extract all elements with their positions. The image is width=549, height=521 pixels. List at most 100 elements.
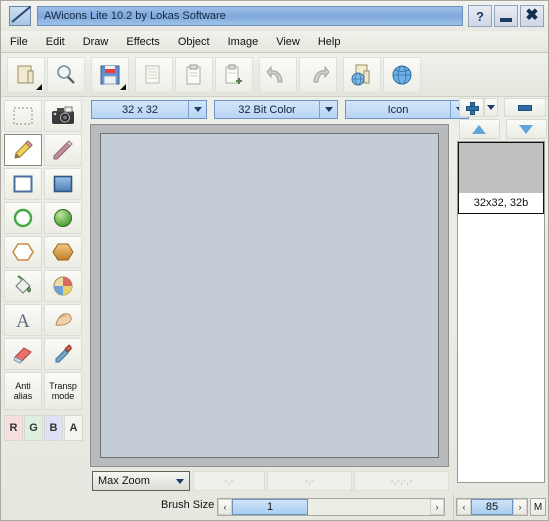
help-button[interactable]: ? [468, 5, 492, 27]
tool-filled-rectangle[interactable] [44, 168, 82, 200]
tool-screen-capture[interactable] [44, 100, 82, 132]
canvas-area[interactable] [90, 124, 449, 467]
delete-image-button[interactable] [504, 98, 546, 117]
chevron-down-icon[interactable] [188, 101, 206, 118]
add-image-dropdown[interactable] [484, 98, 498, 117]
menu-item-edit[interactable]: Edit [37, 34, 74, 50]
channel-g-label: G [29, 422, 38, 434]
channel-a[interactable]: A [64, 415, 83, 441]
window-title-strip[interactable]: AWicons Lite 10.2 by Lokas Software [37, 6, 463, 26]
drawing-canvas[interactable] [100, 133, 439, 458]
marquee-select-icon [13, 107, 33, 125]
polygon-filled-icon [52, 243, 74, 261]
anti-alias-toggle[interactable]: Anti alias [4, 372, 42, 410]
smudge-finger-icon [55, 313, 72, 326]
globe-document-icon [351, 64, 370, 86]
zoom-value: Max Zoom [98, 475, 150, 487]
dropdown-triangle-icon[interactable] [36, 84, 42, 90]
chevron-down-icon[interactable] [171, 478, 189, 484]
opacity-value[interactable]: 85 [471, 499, 513, 515]
tool-polygon[interactable] [4, 236, 42, 268]
eyedropper-icon [55, 344, 72, 363]
close-icon: ✖ [525, 7, 539, 24]
menu-item-draw[interactable]: Draw [74, 34, 118, 50]
transparency-mode-toggle[interactable]: Transp mode [44, 372, 82, 410]
copy-page-button[interactable] [135, 57, 173, 93]
brush-size-stepper[interactable]: ‹ 1 › [217, 498, 445, 516]
minimize-icon [500, 17, 512, 22]
brush-size-increment[interactable]: › [430, 499, 444, 515]
color-depth-select[interactable]: 32 Bit Color [214, 100, 338, 119]
svg-text:A: A [16, 311, 30, 331]
image-type-select[interactable]: Icon [345, 100, 469, 119]
tool-text[interactable]: A [4, 304, 42, 336]
bottom-divider [453, 495, 454, 519]
menu-item-object[interactable]: Object [169, 34, 219, 50]
tool-filled-polygon[interactable] [44, 236, 82, 268]
image-thumbnail [459, 143, 543, 193]
menu-item-help[interactable]: Help [309, 34, 350, 50]
open-image-button[interactable] [47, 57, 85, 93]
ellipse-filled-icon [54, 209, 72, 227]
move-image-down-button[interactable] [505, 119, 547, 139]
tool-pencil[interactable] [4, 134, 42, 166]
internet-button[interactable] [383, 57, 421, 93]
tool-paint-bucket[interactable] [4, 270, 42, 302]
undo-button[interactable] [259, 57, 297, 93]
tool-palette: A Anti alias Transp mode R G B A [3, 99, 87, 459]
mode-button[interactable]: M [530, 498, 546, 516]
paste-new-button[interactable] [215, 57, 253, 93]
web-export-button[interactable] [343, 57, 381, 93]
close-button[interactable]: ✖ [520, 5, 544, 27]
opacity-increment[interactable]: › [513, 499, 527, 515]
brush-size-track[interactable] [308, 499, 430, 515]
chevron-down-icon[interactable] [319, 101, 337, 118]
brush-size-value[interactable]: 1 [232, 499, 308, 515]
redo-arrow-icon [313, 65, 330, 83]
tool-eraser[interactable] [4, 338, 42, 370]
menu-item-file[interactable]: File [1, 34, 37, 50]
tool-line[interactable] [44, 134, 82, 166]
add-image-button[interactable] [459, 98, 484, 117]
redo-button[interactable] [299, 57, 337, 93]
clipboard-plus-icon [225, 64, 242, 84]
image-size-value: 32 x 32 [121, 103, 159, 116]
image-list-item[interactable]: 32x32, 32b [458, 142, 544, 214]
floppy-disk-icon [100, 65, 120, 85]
image-nav-buttons [459, 98, 547, 141]
opacity-stepper[interactable]: ‹ 85 › [456, 498, 528, 516]
dropdown-triangle-icon[interactable] [120, 84, 126, 90]
paste-button[interactable] [175, 57, 213, 93]
zoom-select[interactable]: Max Zoom [92, 471, 190, 491]
minus-icon [518, 104, 532, 111]
menu-item-view[interactable]: View [267, 34, 309, 50]
channel-b[interactable]: B [44, 415, 63, 441]
channel-g[interactable]: G [24, 415, 43, 441]
image-list-item-label: 32x32, 32b [459, 193, 543, 213]
tool-filled-ellipse[interactable] [44, 202, 82, 234]
image-list[interactable]: 32x32, 32b [457, 141, 545, 483]
channel-r[interactable]: R [4, 415, 23, 441]
tool-rectangle[interactable] [4, 168, 42, 200]
globe-icon [392, 65, 412, 85]
tool-ellipse[interactable] [4, 202, 42, 234]
minimize-button[interactable] [494, 5, 518, 27]
ellipse-outline-icon [13, 208, 33, 228]
tool-gradient-fill[interactable] [44, 270, 82, 302]
move-image-up-button[interactable] [459, 119, 500, 139]
brush-size-decrement[interactable]: ‹ [218, 499, 232, 515]
tool-select-rect[interactable] [4, 100, 42, 132]
app-pencil-icon [9, 6, 31, 26]
channel-b-label: B [49, 422, 58, 434]
opacity-decrement[interactable]: ‹ [457, 499, 471, 515]
menu-bar: File Edit Draw Effects Object Image View… [1, 32, 548, 53]
paint-bucket-icon [15, 275, 31, 294]
tool-smudge[interactable] [44, 304, 82, 336]
image-size-select[interactable]: 32 x 32 [91, 100, 207, 119]
menu-item-effects[interactable]: Effects [117, 34, 168, 50]
save-button[interactable] [91, 57, 129, 93]
menu-item-image[interactable]: Image [219, 34, 268, 50]
rectangle-filled-icon [53, 175, 73, 193]
tool-color-picker[interactable] [44, 338, 82, 370]
new-image-button[interactable] [7, 57, 45, 93]
